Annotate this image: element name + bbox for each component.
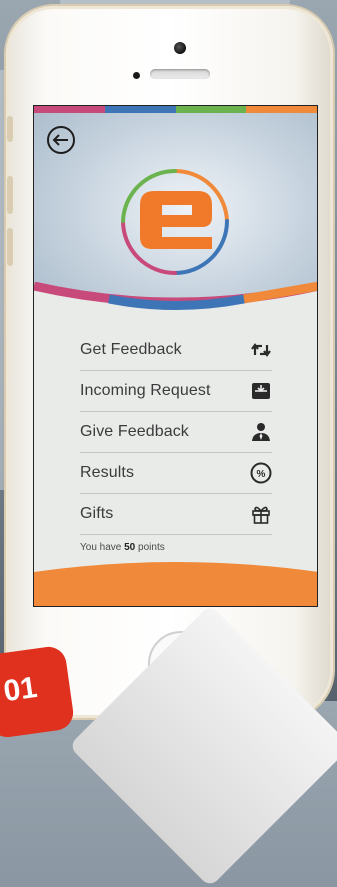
points-value: 50	[124, 542, 136, 553]
gift-icon	[250, 503, 272, 525]
color-bar	[34, 106, 317, 113]
menu-item-give-feedback[interactable]: Give Feedback	[80, 412, 272, 453]
earpiece-speaker	[150, 69, 210, 79]
svg-text:%: %	[257, 469, 266, 480]
menu-item-label: Give Feedback	[80, 423, 189, 440]
menu-item-label: Get Feedback	[80, 341, 182, 358]
points-suffix: points	[138, 542, 165, 553]
points-summary: You have 50 points	[80, 542, 165, 553]
menu-item-label: Incoming Request	[80, 382, 211, 399]
header-wave	[34, 282, 317, 332]
inbox-icon	[250, 380, 272, 402]
menu-item-incoming-request[interactable]: Incoming Request	[80, 371, 272, 412]
step-number-badge: 01	[0, 644, 76, 740]
app-logo	[121, 169, 229, 275]
proximity-sensor	[133, 72, 140, 79]
badge-text: 01	[1, 670, 40, 709]
mute-switch	[7, 116, 13, 142]
color-bar-segment	[104, 106, 176, 113]
back-button[interactable]	[46, 125, 76, 155]
points-prefix: You have	[80, 542, 122, 553]
volume-down-button	[7, 228, 13, 266]
main-menu: Get Feedback Incoming Request Give Feedb…	[80, 330, 272, 535]
menu-item-gifts[interactable]: Gifts	[80, 494, 272, 535]
back-arrow-icon	[47, 126, 75, 154]
menu-item-get-feedback[interactable]: Get Feedback	[80, 330, 272, 371]
person-tie-icon	[250, 421, 272, 443]
color-bar-segment	[175, 106, 247, 113]
footer-wave	[34, 562, 317, 606]
menu-item-label: Gifts	[80, 505, 114, 522]
swap-arrows-icon	[250, 339, 272, 361]
app-screen: Get Feedback Incoming Request Give Feedb…	[33, 105, 318, 607]
percent-circle-icon: %	[250, 462, 272, 484]
color-bar-segment	[34, 106, 105, 113]
menu-item-results[interactable]: Results %	[80, 453, 272, 494]
volume-up-button	[7, 176, 13, 214]
color-bar-segment	[246, 106, 317, 113]
front-camera	[174, 42, 186, 54]
menu-item-label: Results	[80, 464, 135, 481]
